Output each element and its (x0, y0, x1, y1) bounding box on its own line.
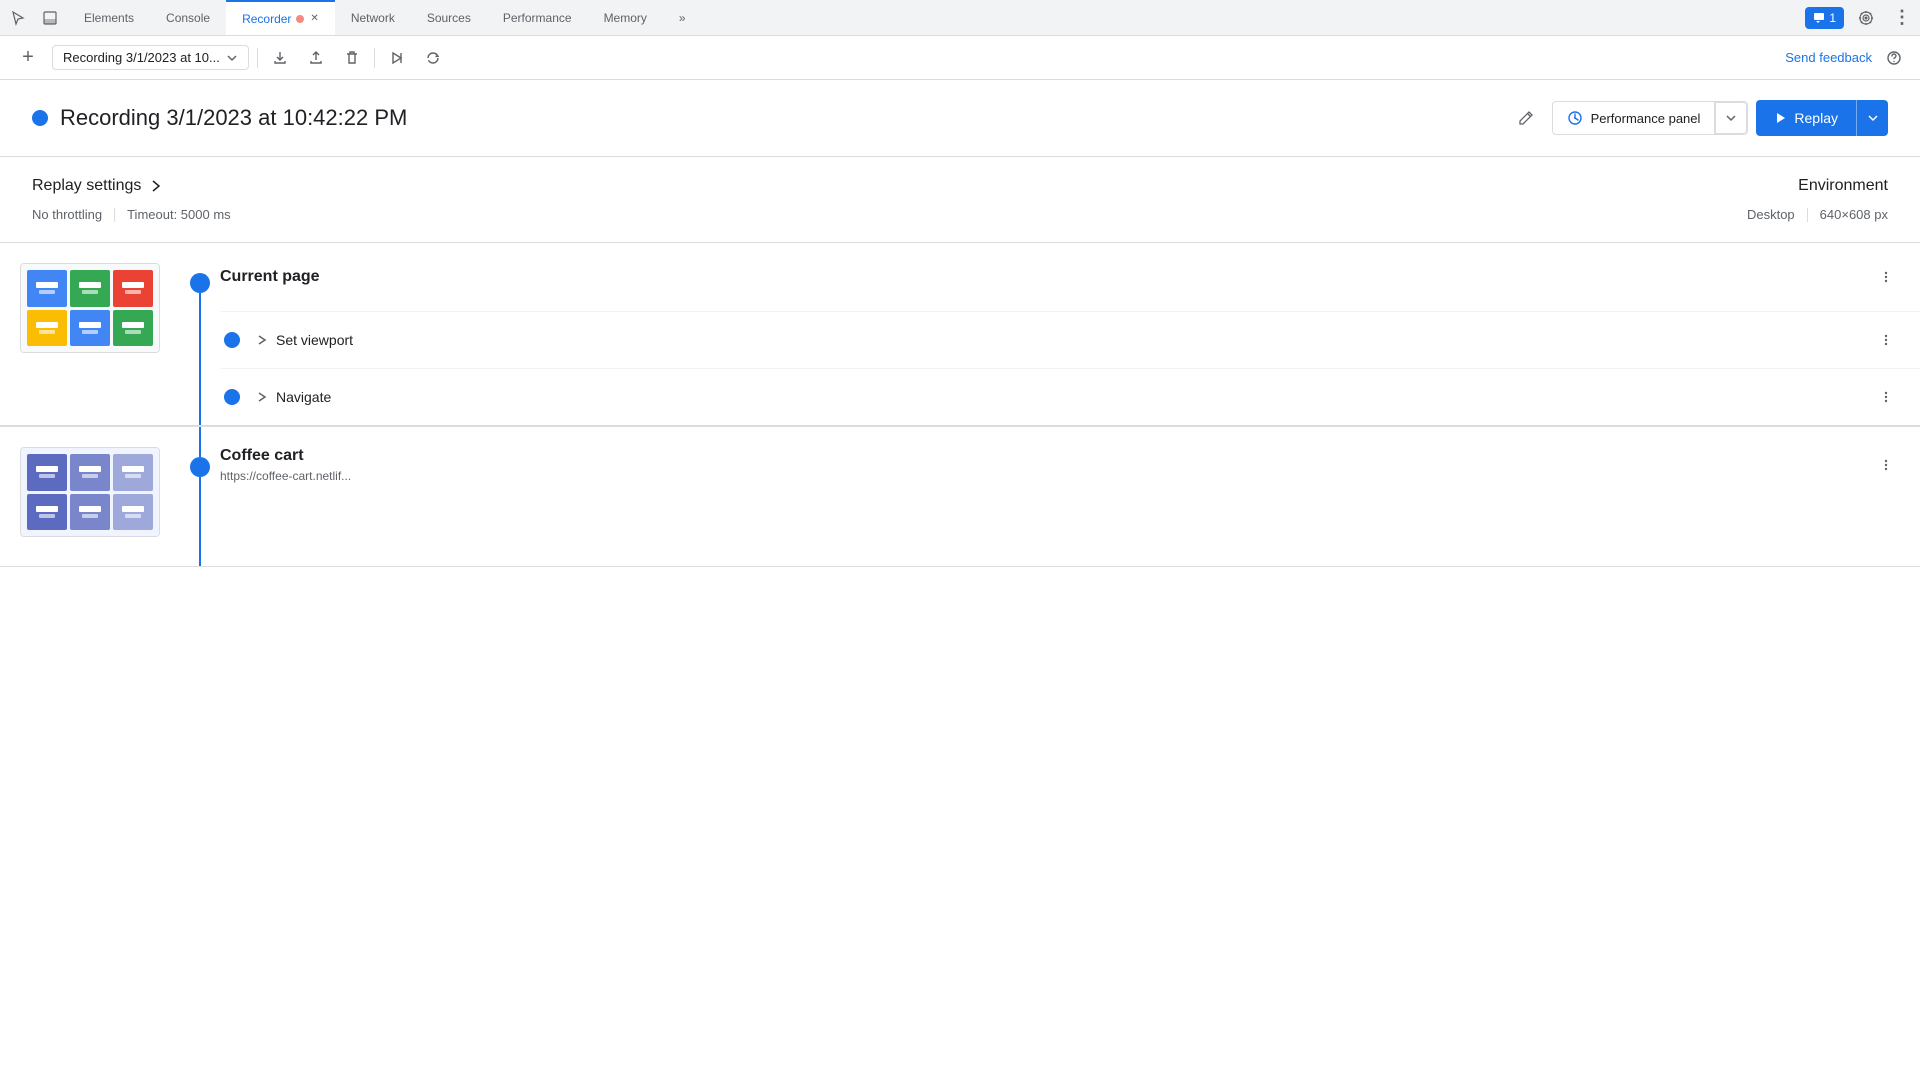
replay-settings-title: Replay settings (32, 177, 141, 195)
chevron-right-icon (256, 334, 268, 346)
page-block-coffee: Coffee cart https://coffee-cart.netlif..… (0, 427, 1920, 567)
record-dot-icon (296, 15, 304, 23)
chevron-right-icon (256, 391, 268, 403)
throttling-info: No throttling (32, 207, 102, 222)
step-navigate: Navigate (220, 368, 1920, 425)
page-thumbnail-area-2 (0, 427, 180, 566)
coffee-cart-more-button[interactable] (1872, 451, 1900, 479)
page-title-1: Current page (220, 268, 320, 286)
recording-header: Recording 3/1/2023 at 10:42:22 PM Perfor… (0, 80, 1920, 157)
toolbar-right: Send feedback (1785, 44, 1908, 72)
environment-row: Desktop 640×608 px (1747, 207, 1888, 222)
chevron-down-icon (226, 52, 238, 64)
navigate-more-button[interactable] (1872, 383, 1900, 411)
recording-selector[interactable]: Recording 3/1/2023 at 10... (52, 45, 249, 70)
page-title-row-1: Current page (220, 243, 1920, 311)
export-button[interactable] (266, 44, 294, 72)
step-viewport-content: Set viewport (256, 332, 1860, 348)
timeline-dot-navigate (224, 389, 240, 405)
replay-button[interactable]: Replay (1756, 100, 1856, 136)
timeline-dot-current (190, 273, 210, 293)
comments-button[interactable]: 1 (1805, 7, 1844, 29)
delete-button[interactable] (338, 44, 366, 72)
step-navigate-label: Navigate (276, 389, 331, 405)
more-options-icon[interactable]: ⋮ (1888, 4, 1916, 32)
import-button[interactable] (302, 44, 330, 72)
replay-settings-header[interactable]: Replay settings (32, 177, 1747, 195)
add-recording-button[interactable]: + (12, 42, 44, 74)
recorder-toolbar: + Recording 3/1/2023 at 10... (0, 36, 1920, 80)
step-set-viewport: Set viewport (220, 311, 1920, 368)
step-connector-navigate (220, 389, 244, 405)
page-steps-area-2: Coffee cart https://coffee-cart.netlif..… (220, 427, 1920, 566)
edit-title-icon[interactable] (1512, 104, 1540, 132)
settings-divider (114, 208, 115, 222)
page-block-current: Current page (0, 243, 1920, 426)
chevron-right-icon (149, 179, 163, 193)
timeline-dot-viewport (224, 332, 240, 348)
tab-memory[interactable]: Memory (588, 0, 663, 35)
current-page-more-button[interactable] (1872, 263, 1900, 291)
close-tab-icon[interactable]: ✕ (310, 13, 318, 24)
replay-settings-row: No throttling Timeout: 5000 ms (32, 207, 1747, 222)
step-connector-viewport (220, 332, 244, 348)
replay-loop-button[interactable] (419, 44, 447, 72)
tab-network[interactable]: Network (335, 0, 411, 35)
tab-recorder[interactable]: Recorder ✕ (226, 0, 335, 35)
tab-sources[interactable]: Sources (411, 0, 487, 35)
tab-performance[interactable]: Performance (487, 0, 588, 35)
page-steps-area-1: Current page (220, 243, 1920, 425)
cursor-icon[interactable] (4, 4, 32, 32)
timeline-dot-coffee (190, 457, 210, 477)
environment-title: Environment (1747, 177, 1888, 195)
step-navigate-content: Navigate (256, 389, 1860, 405)
main-content: + Recording 3/1/2023 at 10... (0, 36, 1920, 1080)
send-feedback-link[interactable]: Send feedback (1785, 50, 1872, 65)
env-divider (1807, 208, 1808, 222)
help-icon[interactable] (1880, 44, 1908, 72)
page-title-2: Coffee cart (220, 447, 1860, 465)
tab-more[interactable]: » (663, 0, 702, 35)
step-viewport-label: Set viewport (276, 332, 353, 348)
toolbar-divider-1 (257, 48, 258, 68)
performance-panel-wrapper: Performance panel (1552, 101, 1749, 135)
header-right: Performance panel Replay (1552, 100, 1888, 136)
perf-icon (1567, 110, 1583, 126)
tab-elements[interactable]: Elements (68, 0, 150, 35)
tab-console[interactable]: Console (150, 0, 226, 35)
page-thumbnail-2 (20, 447, 160, 537)
recording-status-dot (32, 110, 48, 126)
performance-panel-label: Performance panel (1591, 111, 1701, 126)
performance-panel-dropdown[interactable] (1715, 102, 1747, 134)
play-icon (1774, 111, 1788, 125)
chevron-down-icon (1867, 112, 1879, 124)
env-size: 640×608 px (1820, 207, 1888, 222)
timeout-info: Timeout: 5000 ms (127, 207, 231, 222)
env-type: Desktop (1747, 207, 1795, 222)
replay-dropdown-button[interactable] (1856, 100, 1888, 136)
step-play-button[interactable] (383, 44, 411, 72)
timeline-container: Current page (0, 243, 1920, 1080)
replay-button-wrapper: Replay (1756, 100, 1888, 136)
page-thumbnail-area-1 (0, 243, 180, 425)
connector-col-1 (180, 243, 220, 425)
page-title-row-2: Coffee cart https://coffee-cart.netlif..… (220, 427, 1920, 503)
dock-icon[interactable] (36, 4, 64, 32)
chevron-down-icon (1725, 112, 1737, 124)
page-thumbnail-1 (20, 263, 160, 353)
coffee-cart-url: https://coffee-cart.netlif... (220, 469, 1860, 483)
recording-title: Recording 3/1/2023 at 10:42:22 PM (60, 105, 1500, 131)
settings-icon[interactable] (1852, 4, 1880, 32)
set-viewport-more-button[interactable] (1872, 326, 1900, 354)
devtools-tab-bar: Elements Console Recorder ✕ Network Sour… (0, 0, 1920, 36)
toolbar-divider-2 (374, 48, 375, 68)
performance-panel-button[interactable]: Performance panel (1553, 102, 1716, 134)
connector-col-2 (180, 427, 220, 566)
replay-settings-section: Replay settings No throttling Timeout: 5… (0, 157, 1920, 243)
